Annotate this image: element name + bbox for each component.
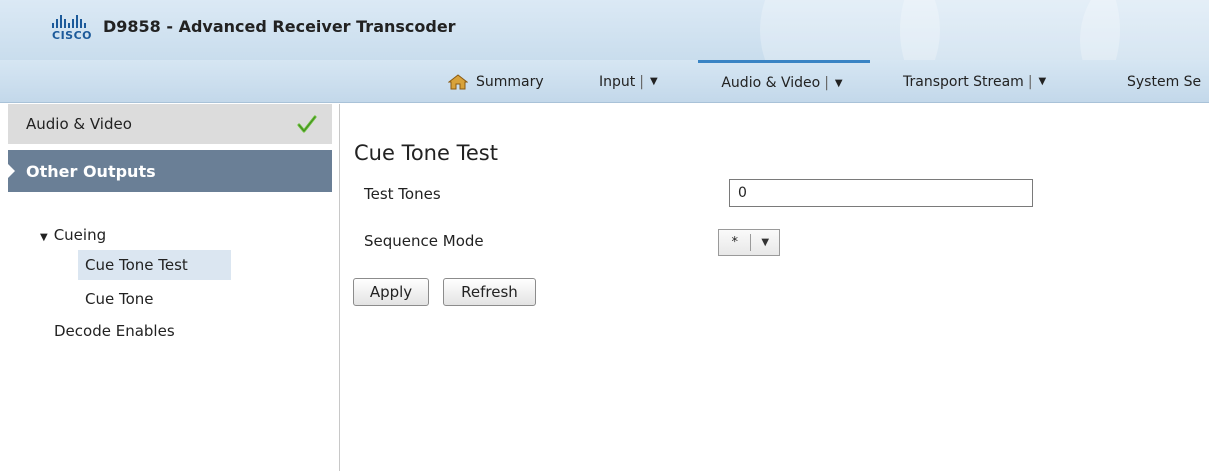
nav-audio-video-label: Audio & Video (721, 75, 821, 91)
nav-input-label: Input (599, 73, 636, 90)
test-tones-label: Test Tones (364, 185, 441, 203)
collapse-triangle-icon[interactable]: ▼ (40, 232, 48, 243)
app-title: D9858 - Advanced Receiver Transcoder (103, 17, 456, 36)
nav-system-settings-label: System Se (1127, 73, 1202, 90)
test-tones-input[interactable] (729, 179, 1033, 207)
chevron-down-icon: ▼ (761, 237, 770, 248)
nav-input[interactable]: Input | ▼ (599, 60, 658, 103)
cisco-logo: CISCO (52, 14, 92, 46)
main-nav: Summary Input | ▼ Audio & Video | ▼ Tran… (0, 60, 1209, 103)
chevron-down-icon: ▼ (649, 76, 658, 87)
nav-summary-label: Summary (476, 73, 544, 90)
tree-item-label: Cue Tone Test (85, 256, 188, 274)
tree-item-label: Decode Enables (54, 322, 175, 340)
chevron-down-icon: ▼ (834, 77, 843, 89)
tree-item-decode-enables[interactable]: Decode Enables (54, 322, 175, 340)
nav-separator: | (824, 75, 829, 91)
nav-system-settings[interactable]: System Se (1127, 60, 1201, 103)
nav-separator: | (639, 73, 644, 90)
tree-item-cueing[interactable]: ▼ Cueing (40, 226, 106, 244)
tree-item-cue-tone[interactable]: Cue Tone (85, 290, 154, 308)
tree-item-label: Cueing (53, 226, 107, 244)
main-content: Cue Tone Test Test Tones Sequence Mode *… (341, 104, 1209, 471)
checkmark-icon (297, 115, 317, 133)
sidebar-section-other-outputs[interactable]: Other Outputs (8, 150, 332, 192)
sequence-mode-select[interactable]: * ▼ (718, 229, 780, 256)
nav-summary[interactable]: Summary (448, 60, 544, 103)
sidebar-header[interactable]: Audio & Video (8, 104, 332, 144)
apply-button[interactable]: Apply (353, 278, 429, 306)
header-decoration (1080, 0, 1209, 60)
nav-separator: | (1027, 73, 1033, 90)
sidebar-section-label: Other Outputs (26, 161, 156, 181)
refresh-button[interactable]: Refresh (443, 278, 536, 306)
sidebar: Audio & Video Other Outputs ▼ Cueing Cue … (0, 104, 340, 471)
sequence-mode-label: Sequence Mode (364, 232, 484, 250)
tree-item-label: Cue Tone (85, 290, 154, 308)
sidebar-header-label: Audio & Video (26, 115, 132, 133)
nav-audio-video[interactable]: Audio & Video | ▼ (698, 60, 870, 103)
sequence-mode-value: * (731, 235, 738, 250)
home-icon (448, 73, 468, 89)
tree-item-cue-tone-test[interactable]: Cue Tone Test (78, 250, 231, 280)
chevron-down-icon: ▼ (1038, 76, 1047, 87)
caret-right-icon (8, 164, 15, 178)
nav-transport-stream[interactable]: Transport Stream | ▼ (903, 60, 1046, 103)
app-header: CISCO D9858 - Advanced Receiver Transcod… (0, 0, 1209, 60)
logo-text: CISCO (52, 29, 93, 42)
page-title: Cue Tone Test (354, 141, 498, 165)
nav-transport-stream-label: Transport Stream (903, 73, 1024, 90)
